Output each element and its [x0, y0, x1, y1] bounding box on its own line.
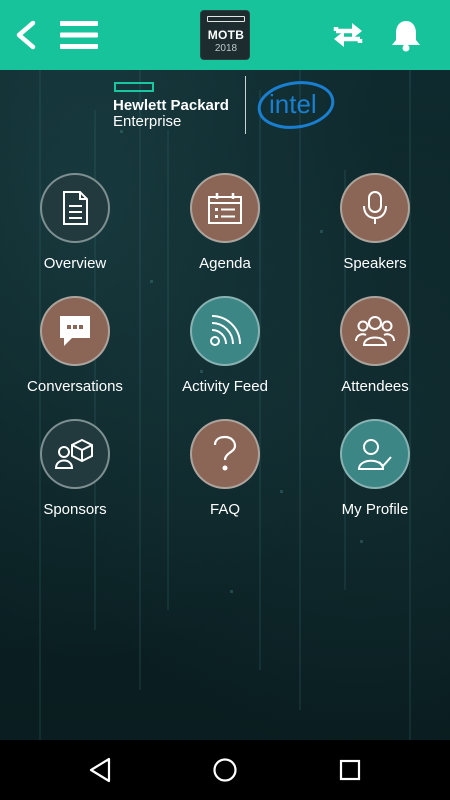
intel-logo: intel	[257, 81, 335, 129]
logo-title: MOTB	[207, 28, 245, 42]
tile-activity-feed[interactable]: Activity Feed	[150, 296, 300, 406]
people-group-icon	[355, 316, 395, 346]
menu-button[interactable]	[56, 0, 102, 70]
nav-recent-apps-icon	[339, 759, 361, 781]
faq-circle	[190, 419, 260, 489]
sync-button[interactable]	[326, 0, 370, 70]
tile-attendees[interactable]: Attendees	[300, 296, 450, 406]
hpe-line2: Enterprise	[113, 113, 182, 130]
tile-conversations[interactable]: Conversations	[0, 296, 150, 406]
tile-label: Activity Feed	[182, 378, 268, 395]
system-recent-apps-button[interactable]	[320, 740, 380, 800]
tile-label: Conversations	[27, 378, 123, 395]
tile-label: My Profile	[341, 501, 409, 518]
document-icon	[63, 191, 88, 225]
tile-faq[interactable]: FAQ	[150, 419, 300, 529]
tile-speakers[interactable]: Speakers	[300, 173, 450, 283]
top-app-bar: MOTB 2018	[0, 0, 450, 70]
sponsors-circle	[40, 419, 110, 489]
hpe-logo-text: Hewlett Packard Enterprise	[113, 98, 229, 130]
tile-label: FAQ	[209, 501, 240, 518]
bell-icon	[392, 21, 420, 52]
tile-label: Overview	[43, 255, 107, 272]
notifications-button[interactable]	[384, 0, 428, 70]
speakers-circle	[340, 173, 410, 243]
tile-sponsors[interactable]: Sponsors	[0, 419, 150, 529]
logo-bar-mark	[207, 16, 245, 22]
profile-check-icon	[357, 439, 392, 470]
tile-my-profile[interactable]: My Profile	[300, 419, 450, 529]
system-back-button[interactable]	[70, 740, 130, 800]
hpe-line1: Hewlett Packard	[113, 97, 229, 114]
sponsor-box-icon	[54, 438, 93, 469]
agenda-circle	[190, 173, 260, 243]
tile-label: Agenda	[199, 255, 251, 272]
attendees-circle	[340, 296, 410, 366]
my-profile-circle	[340, 419, 410, 489]
chat-bubble-icon	[60, 316, 90, 346]
tile-label: Attendees	[341, 378, 409, 395]
logo-year: 2018	[214, 43, 238, 54]
sync-icon	[333, 23, 363, 47]
hpe-logo-mark	[114, 82, 154, 92]
event-logo: MOTB 2018	[200, 10, 250, 60]
system-navigation-bar	[0, 740, 450, 800]
intel-logo-text: intel	[269, 89, 317, 119]
question-mark-icon	[213, 435, 237, 471]
nav-back-icon	[89, 757, 111, 783]
conversations-circle	[40, 296, 110, 366]
tile-overview[interactable]: Overview	[0, 173, 150, 283]
activity-feed-circle	[190, 296, 260, 366]
back-arrow-icon	[16, 20, 36, 50]
app-screen: MOTB 2018 Hewlett Packard Enterprise int…	[0, 0, 450, 800]
sponsor-divider	[245, 76, 246, 134]
system-home-button[interactable]	[195, 740, 255, 800]
tile-label: Speakers	[343, 255, 407, 272]
back-button[interactable]	[6, 0, 46, 70]
nav-home-icon	[213, 758, 237, 782]
calendar-icon	[208, 193, 242, 224]
hamburger-menu-icon	[60, 21, 98, 49]
tile-agenda[interactable]: Agenda	[150, 173, 300, 283]
tile-label: Sponsors	[43, 501, 107, 518]
rss-feed-icon	[210, 315, 241, 346]
overview-circle	[40, 173, 110, 243]
microphone-icon	[363, 191, 387, 224]
